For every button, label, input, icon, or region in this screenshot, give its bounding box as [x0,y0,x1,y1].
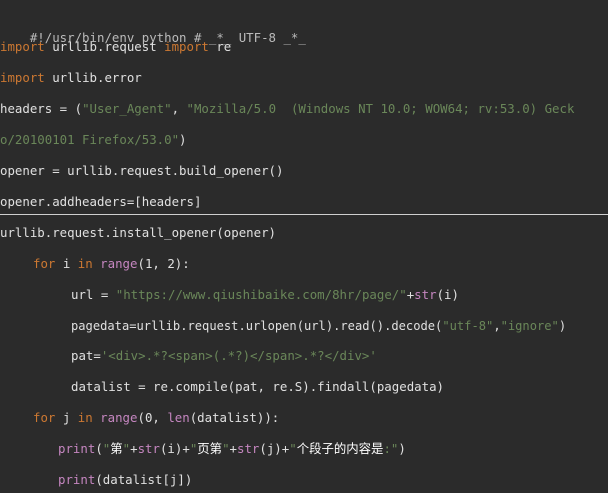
string-literal: " [122,441,131,456]
string-literal: "ignore" [500,319,559,333]
code-line-15: print("第"+str(i)+"页第"+str(j)+"个段子的内容是:") [0,439,608,459]
string-literal: "utf-8" [442,319,494,333]
code-line-13: datalist = re.compile(pat, re.S).findall… [0,377,608,397]
string-literal: :" [383,441,399,456]
chinese-text: 个段子的内容是 [296,441,384,456]
code-line-16: print(datalist[j]) [0,470,608,490]
code-text: urllib.error [44,70,142,85]
builtin-function: print [58,441,96,456]
code-text: (0, [137,410,168,425]
code-editor[interactable]: #!/usr/bin/env python # _*_ UTF-8 _*_ im… [0,0,608,493]
code-text: (datalist[j]) [95,472,193,487]
code-text: pagedata=urllib.request.urlopen(url).rea… [71,319,443,333]
code-line-8: urllib.request.install_opener(opener) [0,223,608,243]
string-literal: "Mozilla/5.0 (Windows NT 10.0; WOW64; rv… [186,101,575,116]
code-text: ) [398,441,406,456]
code-text: re [208,39,232,54]
keyword: for [33,256,56,271]
chinese-text: 第 [110,441,123,456]
builtin-function: len [167,410,190,425]
code-text: urllib.request [44,39,165,54]
string-literal: " [222,441,230,456]
string-literal: o/20100101 Firefox/53.0" [0,132,180,147]
keyword: in [77,256,93,271]
builtin-function: str [414,287,437,302]
code-text: , [493,319,501,333]
code-line-11: pagedata=urllib.request.urlopen(url).rea… [0,316,608,336]
keyword: import [0,39,45,54]
code-line-7: opener.addheaders=[headers] [0,192,608,212]
code-text: j [55,410,78,425]
code-line-10: url = "https://www.qiushibaike.com/8hr/p… [0,285,608,305]
code-text: (j)+ [259,441,290,456]
keyword: import [164,39,209,54]
string-literal: "https://www.qiushibaike.com/8hr/page/" [115,287,407,302]
code-text: headers = ( [0,101,83,116]
builtin-function: range [100,410,138,425]
code-text: opener.addheaders=[headers] [0,194,202,209]
code-text: opener = urllib.request.build_opener() [0,163,284,178]
code-text: url = [71,287,116,302]
keyword: import [0,70,45,85]
code-text: ) [179,132,187,147]
code-line-6: opener = urllib.request.build_opener() [0,161,608,181]
code-text: datalist = re.compile(pat, re.S).findall… [71,379,444,394]
builtin-function: print [58,472,96,487]
code-line-4: headers = ("User_Agent", "Mozilla/5.0 (W… [0,99,608,119]
code-line-2: import urllib.request import re [0,37,608,57]
code-text: ( [95,441,103,456]
code-text: , [171,101,187,116]
builtin-function: range [100,256,138,271]
string-literal: " [289,441,297,456]
code-line-3: import urllib.error [0,68,608,88]
string-literal: "User_Agent" [82,101,172,116]
keyword: in [77,410,93,425]
code-line-5: o/20100101 Firefox/53.0") [0,130,608,150]
code-text: + [229,441,237,456]
builtin-function: str [137,441,160,456]
code-line-9: for i in range(1, 2): [0,254,608,274]
code-text: + [130,441,138,456]
code-text: pat= [71,348,101,363]
code-text: (datalist)): [189,410,280,425]
code-text: (1, 2): [137,256,190,271]
code-text: urllib.request.install_opener(opener) [0,225,277,240]
code-text: ) [558,319,567,333]
code-text: (i)+ [159,441,190,456]
chinese-text: 页第 [197,441,223,456]
code-text: i [55,256,78,271]
keyword: for [33,410,56,425]
code-text: (i) [436,287,459,302]
code-line-14: for j in range(0, len(datalist)): [0,408,608,428]
string-literal: '<div>.*?<span>(.*?)</span>.*?</div>' [100,348,377,363]
builtin-function: str [237,441,260,456]
code-line-12: pat='<div>.*?<span>(.*?)</span>.*?</div>… [0,346,608,366]
screenshot-seam-divider [0,214,608,215]
code-line-1: #!/usr/bin/env python # _*_ UTF-8 _*_ [0,8,608,45]
